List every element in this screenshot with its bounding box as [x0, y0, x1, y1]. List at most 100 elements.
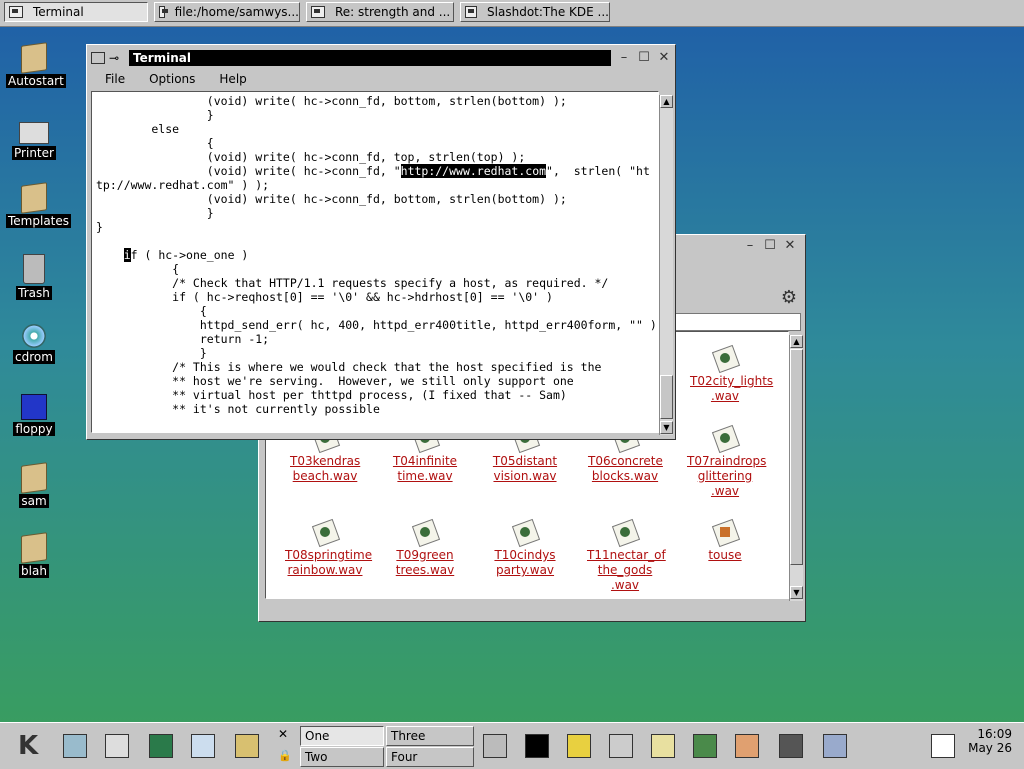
menu-help[interactable]: Help	[219, 72, 246, 86]
home-icon	[105, 734, 129, 758]
scroll-thumb[interactable]	[790, 349, 803, 565]
window-icon	[465, 6, 478, 18]
minimize-icon[interactable]: –	[617, 51, 631, 65]
text-cursor: i	[123, 248, 131, 262]
top-taskbar: Terminal file:/home/samwys... Re: streng…	[0, 0, 1024, 27]
terminal-menubar: File Options Help	[91, 69, 671, 89]
scroll-down-icon[interactable]: ▼	[790, 586, 803, 599]
sound-file-icon	[710, 346, 740, 372]
close-icon[interactable]: ✕	[278, 727, 288, 741]
task-terminal[interactable]: Terminal	[4, 2, 148, 22]
sound-file-icon	[510, 520, 540, 546]
file-item[interactable]: touse	[680, 520, 770, 563]
terminal-output[interactable]: (void) write( hc->conn_fd, bottom, strle…	[91, 91, 659, 433]
terminal-icon	[9, 6, 23, 18]
desktop-icon-printer[interactable]: Printer	[6, 114, 62, 160]
menu-options[interactable]: Options	[149, 72, 195, 86]
scroll-up-icon[interactable]: ▲	[790, 335, 803, 348]
terminal-titlebar[interactable]: ⊸ Terminal – ☐ ✕	[91, 49, 671, 67]
window-icon	[311, 6, 325, 18]
floppy-icon	[21, 394, 47, 420]
terminal-launch-button[interactable]	[520, 729, 554, 763]
pin-icon[interactable]: ⊸	[109, 51, 123, 65]
control-center-icon	[149, 734, 173, 758]
editor-icon	[651, 734, 675, 758]
desktop-icon-sam[interactable]: sam	[6, 462, 62, 508]
file-item[interactable]: T08springtime rainbow.wav	[280, 520, 372, 578]
window-controls: – ☐ ✕	[737, 239, 797, 253]
clock-date: May 26	[968, 741, 1012, 755]
lock-icon[interactable]: 🔒	[278, 749, 292, 762]
scroll-thumb[interactable]	[660, 375, 673, 419]
minimize-icon[interactable]: –	[743, 239, 757, 253]
window-icon	[159, 6, 168, 18]
terminal-icon[interactable]	[91, 52, 105, 64]
desktop-three[interactable]: Three	[386, 726, 474, 746]
cdrom-icon	[22, 324, 46, 348]
calculator-button[interactable]	[604, 729, 638, 763]
file-item[interactable]: T02city_lights .wav	[680, 346, 773, 404]
window-list-icon	[63, 734, 87, 758]
file-item[interactable]: T07raindrops glittering .wav	[680, 426, 770, 499]
network-button[interactable]	[818, 729, 852, 763]
maximize-icon[interactable]: ☐	[763, 239, 777, 253]
find-button[interactable]	[186, 729, 220, 763]
file-item[interactable]: T10cindys party.wav	[480, 520, 570, 578]
viewer-icon	[735, 734, 759, 758]
paint-button[interactable]	[688, 729, 722, 763]
home-button[interactable]	[100, 729, 134, 763]
task-file-manager[interactable]: file:/home/samwys...	[154, 2, 300, 22]
folder-icon	[21, 42, 47, 74]
sound-file-icon	[410, 520, 440, 546]
desktop-icon-blah[interactable]: blah	[6, 532, 62, 578]
media-button[interactable]	[774, 729, 808, 763]
desktop-icon-trash[interactable]: Trash	[6, 254, 62, 300]
desktop-two[interactable]: Two	[300, 747, 384, 767]
text-file-icon	[710, 520, 740, 546]
editor-button[interactable]	[646, 729, 680, 763]
close-icon[interactable]: ✕	[657, 51, 671, 65]
close-icon[interactable]: ✕	[783, 239, 797, 253]
scroll-up-icon[interactable]: ▲	[660, 95, 673, 108]
media-player-icon	[779, 734, 803, 758]
kde-menu-button[interactable]: K	[14, 729, 48, 763]
scroll-down-icon[interactable]: ▼	[660, 421, 673, 434]
calculator-icon	[609, 734, 633, 758]
control-center-button[interactable]	[144, 729, 178, 763]
menu-file[interactable]: File	[105, 72, 125, 86]
desktop-icon-floppy[interactable]: floppy	[6, 394, 62, 436]
maximize-icon[interactable]: ☐	[637, 51, 651, 65]
sound-file-icon	[610, 520, 640, 546]
file-item[interactable]: T11nectar_of the_gods .wav	[580, 520, 670, 593]
location-input[interactable]	[675, 313, 801, 331]
file-item[interactable]: T09green trees.wav	[380, 520, 470, 578]
calendar-button[interactable]	[926, 729, 960, 763]
help-button[interactable]	[562, 729, 596, 763]
desktop-icon-templates[interactable]: Templates	[6, 182, 72, 228]
terminal-scrollbar[interactable]: ▲ ▼	[659, 95, 673, 435]
terminal-window: ⊸ Terminal – ☐ ✕ File Options Help (void…	[86, 44, 676, 440]
find-files-icon	[191, 734, 215, 758]
clock[interactable]: 16:09 May 26	[962, 727, 1012, 755]
terminal-title: Terminal	[129, 50, 611, 66]
clock-time: 16:09	[977, 727, 1012, 741]
network-icon	[823, 734, 847, 758]
desktop-icon-cdrom[interactable]: cdrom	[6, 324, 62, 364]
desktop-one[interactable]: One	[300, 726, 384, 746]
window-list-button[interactable]	[58, 729, 92, 763]
selected-text: http://www.redhat.com	[400, 164, 547, 178]
task-browser[interactable]: Slashdot:The KDE ...	[460, 2, 610, 22]
task-mail[interactable]: Re: strength and ...	[306, 2, 454, 22]
desktop-icon-autostart[interactable]: Autostart	[6, 42, 66, 88]
settings-button[interactable]	[230, 729, 264, 763]
settings-icon	[235, 734, 259, 758]
desktop-four[interactable]: Four	[386, 747, 474, 767]
help-icon	[567, 734, 591, 758]
file-view-scrollbar[interactable]: ▲ ▼	[789, 335, 803, 601]
viewer-button[interactable]	[730, 729, 764, 763]
gear-icon[interactable]: ⚙	[781, 287, 797, 308]
bottom-panel: K ✕ 🔒 One Two Three Four 16:09 May 26	[0, 722, 1024, 769]
computer-button[interactable]	[478, 729, 512, 763]
terminal-icon	[525, 734, 549, 758]
sound-file-icon	[710, 426, 740, 452]
